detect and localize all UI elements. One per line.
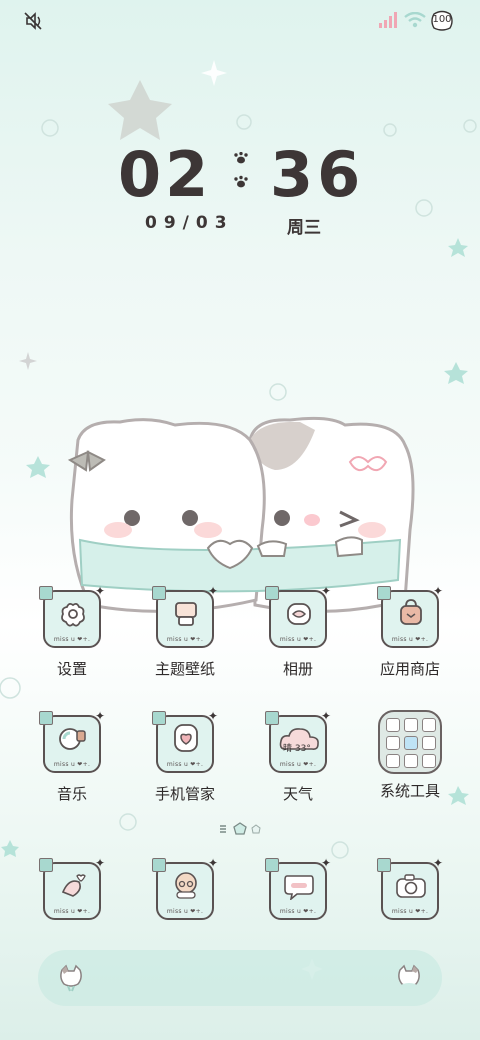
app-shortcut-2[interactable]: ✦ miss u ❤+. [145, 857, 225, 920]
battery-level: 100 [432, 14, 452, 25]
app-label: 应用商店 [379, 660, 440, 678]
sticker-icon-left[interactable] [58, 964, 84, 992]
gallery-icon: ✦ miss u ❤+. [265, 585, 331, 648]
app-label: 相册 [282, 660, 313, 678]
weather-text: 晴 33° [283, 744, 311, 754]
theme-icon: ✦ miss u ❤+. [152, 585, 218, 648]
weather-icon: ✦ 晴 33° miss u ❤+. [265, 710, 331, 773]
shell-icon: ✦ miss u ❤+. [39, 857, 105, 920]
app-label: 系统工具 [379, 782, 440, 800]
status-bar: 100 [0, 10, 480, 34]
contacts-icon: ✦ miss u ❤+. [152, 857, 218, 920]
app-label: 主题壁纸 [154, 660, 215, 678]
app-label: 手机管家 [154, 785, 215, 803]
app-label: 音乐 [56, 785, 87, 803]
app-shortcut-3[interactable]: ✦ miss u ❤+. [258, 857, 338, 920]
settings-icon: ✦ miss u ❤+. [39, 585, 105, 648]
music-icon: ✦ miss u ❤+. [39, 710, 105, 773]
sticker-icon-right[interactable] [396, 964, 422, 992]
message-icon: ✦ miss u ❤+. [265, 857, 331, 920]
folder-system-tools[interactable]: 系统工具 [370, 710, 450, 801]
folder-icon [378, 710, 442, 774]
app-weather[interactable]: ✦ 晴 33° miss u ❤+. 天气 [258, 710, 338, 804]
app-gallery[interactable]: ✦ miss u ❤+. 相册 [258, 585, 338, 679]
camera-icon: ✦ miss u ❤+. [377, 857, 443, 920]
clock-date: 09/03 [145, 213, 234, 233]
dock [38, 950, 442, 1006]
wifi-icon [404, 12, 426, 28]
app-shortcut-1[interactable]: ✦ miss u ❤+. [32, 857, 112, 920]
mute-icon [24, 12, 42, 30]
app-settings[interactable]: ✦ miss u ❤+. 设置 [32, 585, 112, 679]
battery-icon: 100 [430, 10, 454, 32]
app-label: 设置 [56, 660, 87, 678]
app-store[interactable]: ✦ miss u ❤+. 应用商店 [370, 585, 450, 679]
store-icon: ✦ miss u ❤+. [377, 585, 443, 648]
paw-icon [234, 152, 248, 188]
app-label: 天气 [282, 785, 313, 803]
clock-minutes[interactable]: 36 [270, 138, 364, 211]
cats-illustration [67, 416, 415, 613]
page-indicator[interactable] [218, 822, 264, 836]
phone-manager-icon: ✦ miss u ❤+. [152, 710, 218, 773]
app-music[interactable]: ✦ miss u ❤+. 音乐 [32, 710, 112, 804]
clock-weekday: 周三 [287, 218, 321, 238]
app-phone-manager[interactable]: ✦ miss u ❤+. 手机管家 [145, 710, 225, 804]
clock-hours[interactable]: 02 [118, 138, 212, 211]
app-shortcut-4[interactable]: ✦ miss u ❤+. [370, 857, 450, 920]
signal-icon [379, 12, 397, 28]
app-theme-wallpaper[interactable]: ✦ miss u ❤+. 主题壁纸 [145, 585, 225, 679]
